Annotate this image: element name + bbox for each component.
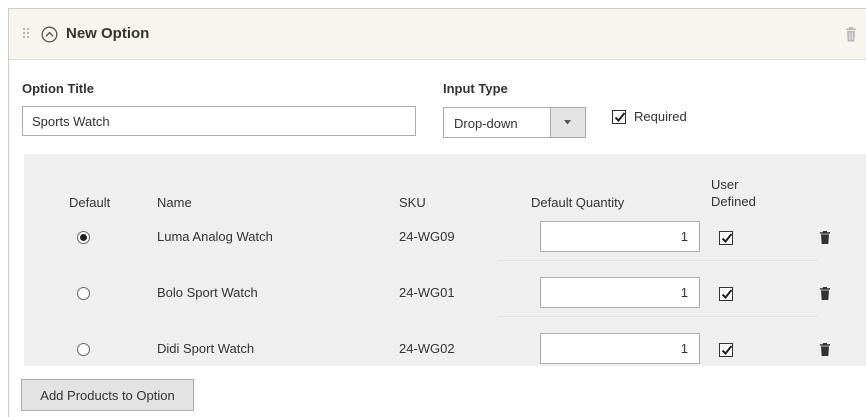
row-divider [498,260,818,261]
option-title-heading: New Option [66,25,150,42]
default-quantity-input[interactable] [540,277,700,308]
delete-option-icon[interactable] [845,27,857,42]
product-name: Bolo Sport Watch [157,285,258,300]
delete-row-trash-icon[interactable] [820,231,830,244]
option-header[interactable]: New Option [9,9,866,60]
column-header-default-quantity: Default Quantity [531,195,625,210]
dropdown-toggle[interactable] [550,108,585,137]
default-radio[interactable] [77,343,90,356]
option-title-input[interactable] [22,106,416,136]
user-defined-checkbox[interactable] [719,343,733,357]
product-sku: 24-WG02 [399,341,455,356]
input-type-select[interactable]: Drop-down [443,107,586,138]
product-sku: 24-WG01 [399,285,455,300]
checkmark-icon [721,289,733,299]
option-title-label: Option Title [22,81,94,96]
required-checkbox[interactable] [612,110,626,124]
column-header-default: Default [69,195,111,210]
input-type-value: Drop-down [454,116,518,131]
default-radio[interactable] [77,287,90,300]
user-defined-checkbox[interactable] [719,287,733,301]
delete-row-trash-icon[interactable] [820,343,830,356]
product-sku: 24-WG09 [399,229,455,244]
delete-row-trash-icon[interactable] [820,287,830,300]
row-divider [498,316,818,317]
product-name: Didi Sport Watch [157,341,255,356]
option-panel: New Option Option Title Input Type Drop-… [8,8,866,417]
default-radio[interactable] [77,231,90,244]
default-quantity-input[interactable] [540,221,700,252]
collapse-icon[interactable] [41,26,58,43]
caret-down-icon [564,120,571,125]
product-name: Luma Analog Watch [157,229,273,244]
drag-handle-icon[interactable] [22,27,30,39]
input-type-label: Input Type [443,81,508,96]
add-products-to-option-button[interactable]: Add Products to Option [21,379,194,411]
checkmark-icon [721,233,733,243]
user-defined-checkbox[interactable] [719,231,733,245]
selections-grid: Default Name SKU Default Quantity User D… [24,154,866,366]
column-header-user-defined-line2: Defined [711,194,756,209]
checkmark-icon [721,345,733,355]
default-quantity-input[interactable] [540,333,700,364]
checkmark-icon [614,112,626,122]
column-header-user-defined-line1: User [711,177,739,192]
column-header-sku: SKU [399,195,426,210]
column-header-name: Name [157,195,192,210]
required-label[interactable]: Required [634,109,687,124]
